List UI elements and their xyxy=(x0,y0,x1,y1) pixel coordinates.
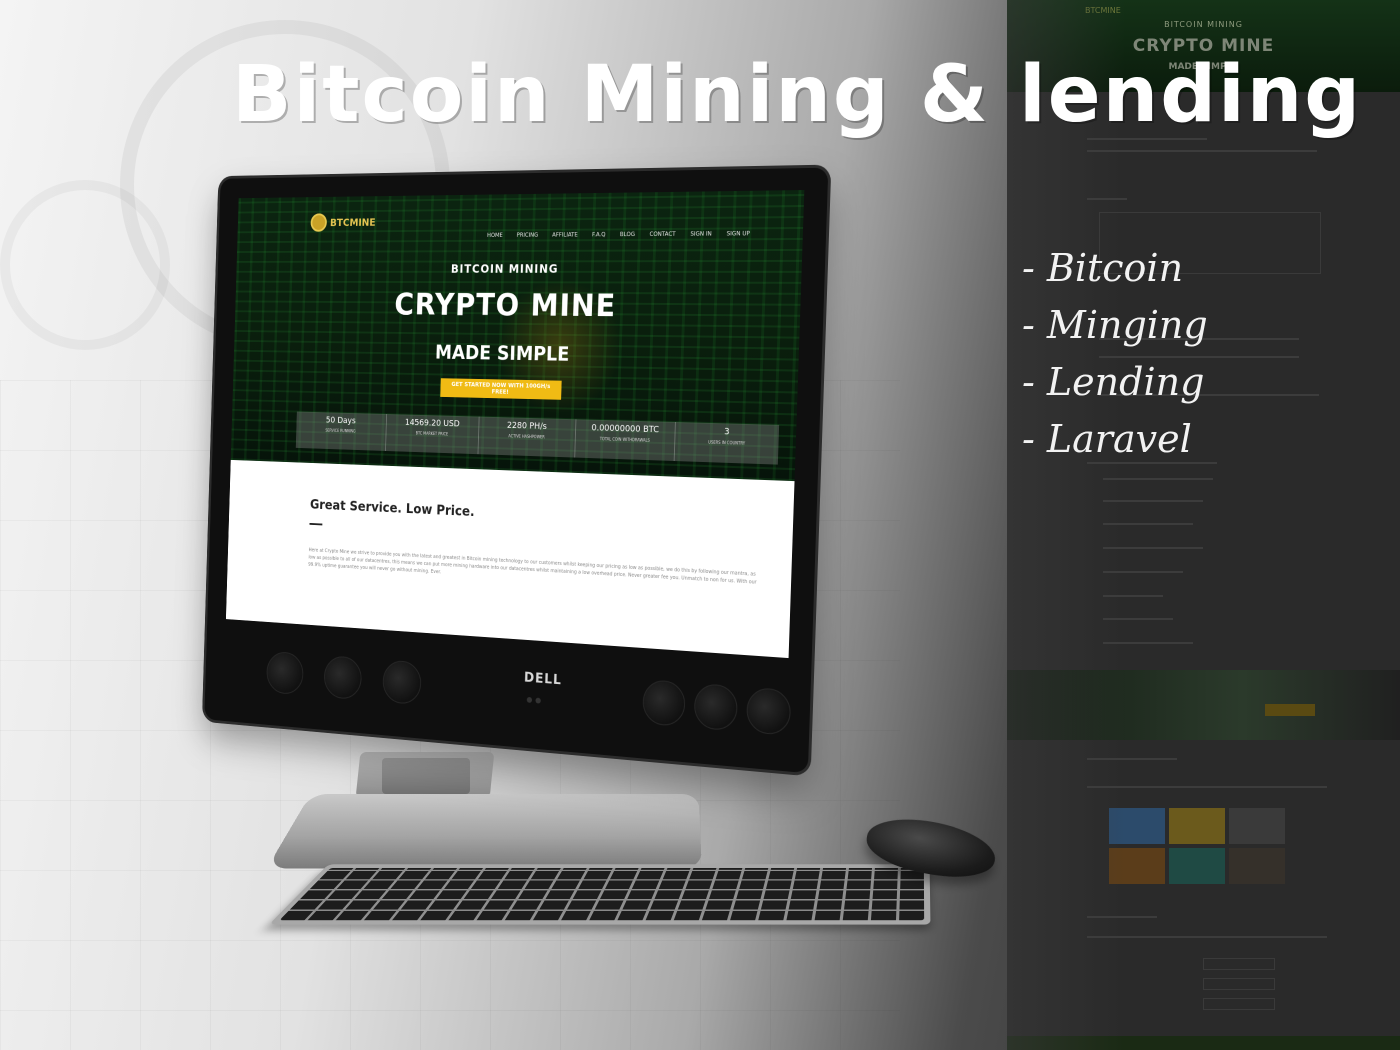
strip-news-thumbnail xyxy=(1229,848,1285,884)
strip-logo: BTCMINE xyxy=(1085,6,1121,15)
strip-faq-item xyxy=(1103,478,1213,480)
strip-contact-heading xyxy=(1087,916,1157,918)
feature-item: - Lending xyxy=(1022,354,1208,411)
service-section: Great Service. Low Price. Here at Crypto… xyxy=(226,460,795,658)
stat-label: Active hashpower xyxy=(479,433,575,441)
stat-hashpower: 2280 PH/s Active hashpower xyxy=(479,417,577,458)
website-preview-strip: BTCMINE BITCOIN MINING CRYPTO MINE MADE … xyxy=(1007,0,1400,1050)
feature-list: - Bitcoin - Minging - Lending - Laravel xyxy=(1022,240,1208,468)
bitcoin-logo-icon xyxy=(310,213,327,231)
stat-users: 3 Users in country xyxy=(675,422,779,465)
site-logo-text: BTCMINE xyxy=(330,216,376,228)
strip-news-thumbnail xyxy=(1169,808,1225,844)
keyboard xyxy=(269,864,931,924)
hero-title: CRYPTO MINE xyxy=(235,286,801,326)
strip-faq-item xyxy=(1103,618,1173,620)
nav-item-sign-in[interactable]: Sign In xyxy=(690,231,712,238)
website-hero: BTCMINE Home Pricing Affiliate F.A.Q Blo… xyxy=(231,190,805,481)
strip-faq-item xyxy=(1103,642,1193,644)
feature-item: - Bitcoin xyxy=(1022,240,1208,297)
strip-news-thumbnail xyxy=(1109,848,1165,884)
monitor-screen: BTCMINE Home Pricing Affiliate F.A.Q Blo… xyxy=(226,190,804,658)
monitor-stand-hinge xyxy=(382,758,470,794)
feature-item: - Laravel xyxy=(1022,411,1208,468)
strip-news-thumbnail xyxy=(1109,808,1165,844)
background-coin-watermark xyxy=(0,180,170,350)
stat-label: BTC market price xyxy=(386,430,478,438)
monitor-stand-base xyxy=(267,794,702,868)
strip-text-line xyxy=(1087,150,1317,152)
stat-label: Users in country xyxy=(676,439,779,447)
get-started-button[interactable]: GET STARTED NOW WITH 100GH/s FREE! xyxy=(440,378,561,400)
stats-bar: 50 Days Service running 14569.20 USD BTC… xyxy=(296,412,779,465)
nav-item-pricing[interactable]: Pricing xyxy=(517,232,539,239)
hero-subtitle: BITCOIN MINING xyxy=(236,262,802,276)
strip-text-line xyxy=(1087,786,1327,788)
strip-faq-item xyxy=(1103,523,1193,525)
stat-label: Service running xyxy=(296,427,385,434)
speaker-icon xyxy=(642,679,686,727)
monitor-bezel: BTCMINE Home Pricing Affiliate F.A.Q Blo… xyxy=(204,168,828,774)
section-title: Great Service. Low Price. xyxy=(310,498,475,520)
site-nav: Home Pricing Affiliate F.A.Q Blog Contac… xyxy=(487,230,750,239)
speaker-icon xyxy=(323,655,362,700)
site-logo[interactable]: BTCMINE xyxy=(310,213,375,232)
speaker-icon xyxy=(694,683,738,731)
strip-text-line xyxy=(1087,198,1127,200)
section-divider xyxy=(309,523,322,525)
strip-text-line xyxy=(1087,936,1327,938)
stat-service-running: 50 Days Service running xyxy=(296,412,387,451)
stat-value: 50 Days xyxy=(297,415,386,427)
stat-withdrawals: 0.00000000 BTC Total coin withdrawals xyxy=(575,419,676,461)
keyboard-keys xyxy=(279,868,924,920)
nav-item-affiliate[interactable]: Affiliate xyxy=(552,232,578,239)
stat-label: Total coin withdrawals xyxy=(576,436,675,444)
strip-contact-field xyxy=(1203,958,1275,970)
strip-faq-item xyxy=(1103,595,1163,597)
stat-value: 0.00000000 BTC xyxy=(576,423,675,436)
speaker-icon xyxy=(266,651,304,695)
strip-offer-button xyxy=(1265,704,1315,716)
feature-item: - Minging xyxy=(1022,297,1208,354)
strip-faq-item xyxy=(1103,500,1203,502)
nav-item-sign-up[interactable]: Sign Up xyxy=(727,230,750,237)
page-headline: Bitcoin Mining & lending xyxy=(232,50,1372,140)
strip-faq-item xyxy=(1103,571,1183,573)
strip-contact-field xyxy=(1203,998,1275,1010)
sensor-icon xyxy=(535,698,540,704)
strip-contact-field xyxy=(1203,978,1275,990)
stat-value: 3 xyxy=(676,426,779,439)
strip-footer xyxy=(1007,1036,1400,1050)
stat-btc-price: 14569.20 USD BTC market price xyxy=(386,414,480,454)
speaker-icon xyxy=(746,687,791,736)
hero-tagline: MADE SIMPLE xyxy=(234,338,799,369)
strip-news-thumbnail xyxy=(1169,848,1225,884)
strip-offer-banner xyxy=(1007,670,1400,740)
strip-news-thumbnail xyxy=(1229,808,1285,844)
monitor-brand-logo: DELL xyxy=(524,670,562,688)
nav-item-home[interactable]: Home xyxy=(487,232,503,239)
stat-value: 14569.20 USD xyxy=(386,418,478,430)
stat-value: 2280 PH/s xyxy=(479,420,575,432)
monitor: BTCMINE Home Pricing Affiliate F.A.Q Blo… xyxy=(204,168,828,778)
nav-item-faq[interactable]: F.A.Q xyxy=(592,231,606,238)
strip-faq-item xyxy=(1103,547,1203,549)
section-text: Here at Crypto Mine we strive to provide… xyxy=(308,547,763,595)
nav-item-contact[interactable]: Contact xyxy=(649,231,675,238)
speaker-icon xyxy=(382,660,422,706)
strip-news-heading xyxy=(1087,758,1177,760)
strip-hero-subtitle: BITCOIN MINING xyxy=(1007,20,1400,29)
nav-item-blog[interactable]: Blog xyxy=(620,231,635,238)
camera-icon xyxy=(527,697,532,703)
